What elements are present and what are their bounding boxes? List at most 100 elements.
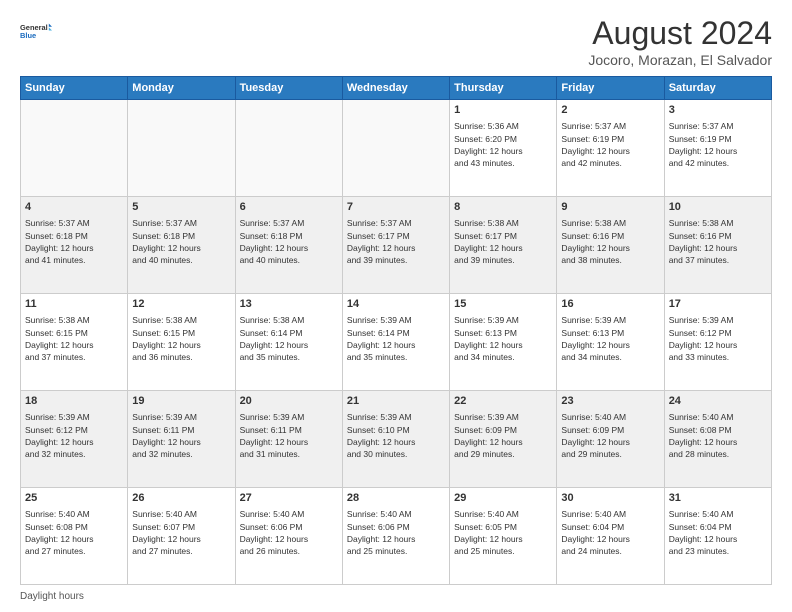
table-row: 20 Sunrise: 5:39 AM Sunset: 6:11 PM Dayli… (235, 391, 342, 488)
day-number: 24 (669, 394, 767, 409)
day-info: Sunrise: 5:39 AM Sunset: 6:12 PM Dayligh… (669, 314, 767, 363)
table-row (342, 100, 449, 197)
logo: General Blue (20, 15, 52, 47)
table-row (21, 100, 128, 197)
day-number: 9 (561, 200, 659, 215)
day-info: Sunrise: 5:37 AM Sunset: 6:17 PM Dayligh… (347, 217, 445, 266)
svg-text:Blue: Blue (20, 31, 36, 40)
week-row-3: 11Sunrise: 5:38 AM Sunset: 6:15 PM Dayli… (21, 294, 772, 391)
day-info: Sunrise: 5:39 AM Sunset: 6:10 PM Dayligh… (347, 411, 445, 460)
table-row: 19 Sunrise: 5:39 AM Sunset: 6:11 PM Dayli… (128, 391, 235, 488)
col-wednesday: Wednesday (342, 77, 449, 100)
day-info: Sunrise: 5:37 AM Sunset: 6:18 PM Dayligh… (25, 217, 123, 266)
day-number: 21 (347, 394, 445, 409)
day-number: 12 (132, 297, 230, 312)
day-info: Sunrise: 5:36 AM Sunset: 6:20 PM Dayligh… (454, 120, 552, 169)
col-saturday: Saturday (664, 77, 771, 100)
day-info: Sunrise: 5:40 AM Sunset: 6:08 PM Dayligh… (669, 411, 767, 460)
day-info: Sunrise: 5:40 AM Sunset: 6:09 PM Dayligh… (561, 411, 659, 460)
day-info: Sunrise: 5:39 AM Sunset: 6:09 PM Dayligh… (454, 411, 552, 460)
table-row: 30 Sunrise: 5:40 AM Sunset: 6:04 PM Dayli… (557, 488, 664, 585)
table-row: 10Sunrise: 5:38 AM Sunset: 6:16 PM Dayli… (664, 197, 771, 294)
day-info: Sunrise: 5:40 AM Sunset: 6:08 PM Dayligh… (25, 508, 123, 557)
day-number: 17 (669, 297, 767, 312)
day-info: Sunrise: 5:38 AM Sunset: 6:16 PM Dayligh… (561, 217, 659, 266)
logo-svg: General Blue (20, 15, 52, 47)
main-title: August 2024 (588, 15, 772, 52)
table-row: 1Sunrise: 5:36 AM Sunset: 6:20 PM Daylig… (450, 100, 557, 197)
day-number: 30 (561, 491, 659, 506)
day-info: Sunrise: 5:40 AM Sunset: 6:06 PM Dayligh… (347, 508, 445, 557)
day-info: Sunrise: 5:37 AM Sunset: 6:19 PM Dayligh… (561, 120, 659, 169)
day-info: Sunrise: 5:40 AM Sunset: 6:05 PM Dayligh… (454, 508, 552, 557)
table-row: 4 Sunrise: 5:37 AM Sunset: 6:18 PM Daylig… (21, 197, 128, 294)
day-info: Sunrise: 5:39 AM Sunset: 6:13 PM Dayligh… (561, 314, 659, 363)
week-row-5: 25 Sunrise: 5:40 AM Sunset: 6:08 PM Dayli… (21, 488, 772, 585)
day-info: Sunrise: 5:37 AM Sunset: 6:19 PM Dayligh… (669, 120, 767, 169)
table-row: 18Sunrise: 5:39 AM Sunset: 6:12 PM Dayli… (21, 391, 128, 488)
table-row: 14Sunrise: 5:39 AM Sunset: 6:14 PM Dayli… (342, 294, 449, 391)
day-number: 14 (347, 297, 445, 312)
day-number: 13 (240, 297, 338, 312)
col-monday: Monday (128, 77, 235, 100)
table-row: 22Sunrise: 5:39 AM Sunset: 6:09 PM Dayli… (450, 391, 557, 488)
day-number: 25 (25, 491, 123, 506)
table-row: 15 Sunrise: 5:39 AM Sunset: 6:13 PM Dayli… (450, 294, 557, 391)
table-row: 23Sunrise: 5:40 AM Sunset: 6:09 PM Dayli… (557, 391, 664, 488)
day-number: 28 (347, 491, 445, 506)
table-row (235, 100, 342, 197)
day-number: 4 (25, 200, 123, 215)
table-row: 21 Sunrise: 5:39 AM Sunset: 6:10 PM Dayli… (342, 391, 449, 488)
table-row (128, 100, 235, 197)
col-thursday: Thursday (450, 77, 557, 100)
table-row: 12 Sunrise: 5:38 AM Sunset: 6:15 PM Dayli… (128, 294, 235, 391)
day-info: Sunrise: 5:39 AM Sunset: 6:11 PM Dayligh… (132, 411, 230, 460)
table-row: 9 Sunrise: 5:38 AM Sunset: 6:16 PM Daylig… (557, 197, 664, 294)
calendar-table: Sunday Monday Tuesday Wednesday Thursday… (20, 76, 772, 585)
day-info: Sunrise: 5:40 AM Sunset: 6:04 PM Dayligh… (669, 508, 767, 557)
table-row: 13 Sunrise: 5:38 AM Sunset: 6:14 PM Dayli… (235, 294, 342, 391)
day-number: 19 (132, 394, 230, 409)
table-row: 8Sunrise: 5:38 AM Sunset: 6:17 PM Daylig… (450, 197, 557, 294)
calendar-header-row: Sunday Monday Tuesday Wednesday Thursday… (21, 77, 772, 100)
table-row: 2Sunrise: 5:37 AM Sunset: 6:19 PM Daylig… (557, 100, 664, 197)
day-number: 20 (240, 394, 338, 409)
subtitle: Jocoro, Morazan, El Salvador (588, 52, 772, 68)
day-number: 8 (454, 200, 552, 215)
day-number: 29 (454, 491, 552, 506)
table-row: 29 Sunrise: 5:40 AM Sunset: 6:05 PM Dayli… (450, 488, 557, 585)
day-info: Sunrise: 5:40 AM Sunset: 6:06 PM Dayligh… (240, 508, 338, 557)
footer-label: Daylight hours (20, 591, 84, 602)
day-info: Sunrise: 5:38 AM Sunset: 6:14 PM Dayligh… (240, 314, 338, 363)
day-info: Sunrise: 5:38 AM Sunset: 6:15 PM Dayligh… (132, 314, 230, 363)
day-number: 15 (454, 297, 552, 312)
day-number: 7 (347, 200, 445, 215)
day-number: 18 (25, 394, 123, 409)
day-number: 27 (240, 491, 338, 506)
day-number: 31 (669, 491, 767, 506)
col-tuesday: Tuesday (235, 77, 342, 100)
table-row: 7 Sunrise: 5:37 AM Sunset: 6:17 PM Daylig… (342, 197, 449, 294)
table-row: 25 Sunrise: 5:40 AM Sunset: 6:08 PM Dayli… (21, 488, 128, 585)
table-row: 3 Sunrise: 5:37 AM Sunset: 6:19 PM Daylig… (664, 100, 771, 197)
page: General Blue August 2024 Jocoro, Morazan… (0, 0, 792, 612)
table-row: 11Sunrise: 5:38 AM Sunset: 6:15 PM Dayli… (21, 294, 128, 391)
day-info: Sunrise: 5:39 AM Sunset: 6:11 PM Dayligh… (240, 411, 338, 460)
table-row: 6Sunrise: 5:37 AM Sunset: 6:18 PM Daylig… (235, 197, 342, 294)
day-info: Sunrise: 5:39 AM Sunset: 6:13 PM Dayligh… (454, 314, 552, 363)
table-row: 17 Sunrise: 5:39 AM Sunset: 6:12 PM Dayli… (664, 294, 771, 391)
table-row: 28 Sunrise: 5:40 AM Sunset: 6:06 PM Dayli… (342, 488, 449, 585)
table-row: 24 Sunrise: 5:40 AM Sunset: 6:08 PM Dayli… (664, 391, 771, 488)
table-row: 27 Sunrise: 5:40 AM Sunset: 6:06 PM Dayli… (235, 488, 342, 585)
header: General Blue August 2024 Jocoro, Morazan… (20, 15, 772, 68)
day-number: 6 (240, 200, 338, 215)
week-row-4: 18Sunrise: 5:39 AM Sunset: 6:12 PM Dayli… (21, 391, 772, 488)
day-number: 16 (561, 297, 659, 312)
footer: Daylight hours (20, 591, 772, 602)
day-number: 3 (669, 103, 767, 118)
title-block: August 2024 Jocoro, Morazan, El Salvador (588, 15, 772, 68)
day-number: 26 (132, 491, 230, 506)
day-info: Sunrise: 5:40 AM Sunset: 6:04 PM Dayligh… (561, 508, 659, 557)
day-number: 5 (132, 200, 230, 215)
day-info: Sunrise: 5:38 AM Sunset: 6:16 PM Dayligh… (669, 217, 767, 266)
